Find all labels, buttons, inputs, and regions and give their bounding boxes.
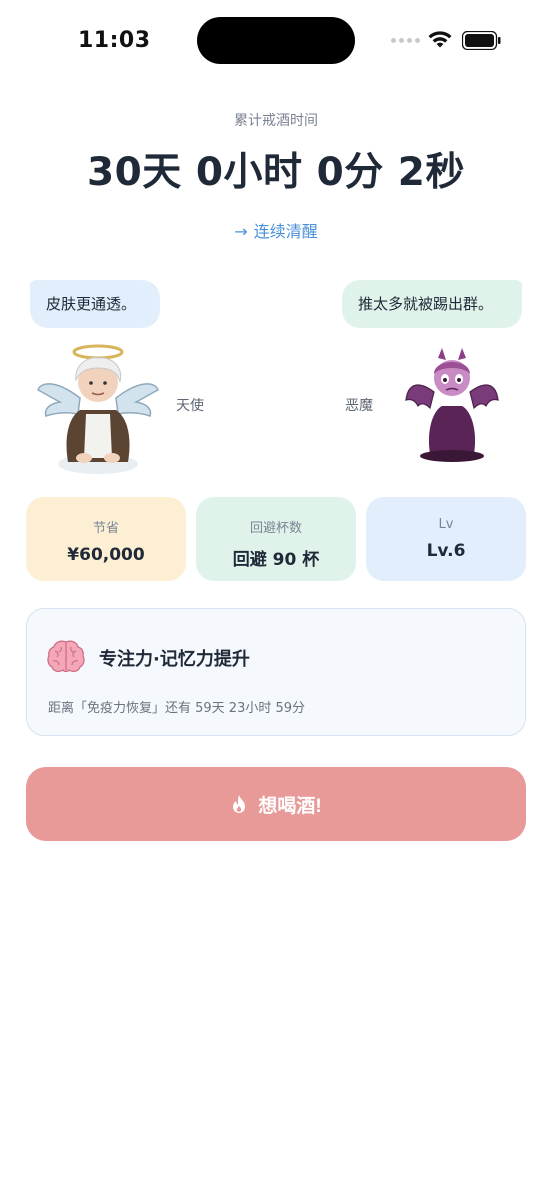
flame-icon [230,794,248,814]
angel-label: 天使 [176,398,204,414]
milestone-card[interactable]: 专注力·记忆力提升 距离「免疫力恢复」还有 59天 23小时 59分 [26,608,526,736]
angel-character-image[interactable] [34,338,162,476]
stat-level-label: Lv [438,517,454,532]
stat-avoided-label: 回避杯数 [249,521,302,536]
arrow-right-icon: → [234,222,248,241]
angel-speech-bubble: 皮肤更通透。 [30,280,160,328]
cellular-dots-icon [391,38,420,43]
sobriety-caption: 累计戒酒时间 [234,113,318,129]
stat-card-saved: 节省 ¥60,000 [26,497,186,581]
stat-level-value: Lv.6 [426,541,466,561]
stat-saved-label: 节省 [92,521,119,536]
stat-card-level: Lv Lv.6 [366,497,526,581]
streak-link[interactable]: → 连续清醒 [0,218,552,242]
devil-speech-bubble: 推太多就被踢出群。 [342,280,522,328]
status-time: 11:03 [78,28,151,53]
devil-character-image[interactable] [404,344,500,462]
craving-button[interactable]: 想喝酒! [26,767,526,841]
stat-avoided-value: 回避 90 杯 [232,550,320,570]
streak-link-label: 连续清醒 [253,222,318,241]
milestone-title: 专注力·记忆力提升 [99,649,250,670]
dynamic-island [197,17,355,64]
status-bar: 11:03 [0,0,552,82]
stat-card-avoided: 回避杯数 回避 90 杯 [196,497,356,581]
stat-saved-value: ¥60,000 [67,545,145,565]
sobriety-duration: 30天 0小时 0分 2秒 [87,150,465,195]
wifi-icon [428,31,452,48]
battery-icon [462,31,501,50]
brain-icon [47,640,85,673]
craving-button-label: 想喝酒! [258,795,322,817]
milestone-subtitle: 距离「免疫力恢复」还有 59天 23小时 59分 [48,701,306,716]
devil-label: 恶魔 [345,398,373,414]
